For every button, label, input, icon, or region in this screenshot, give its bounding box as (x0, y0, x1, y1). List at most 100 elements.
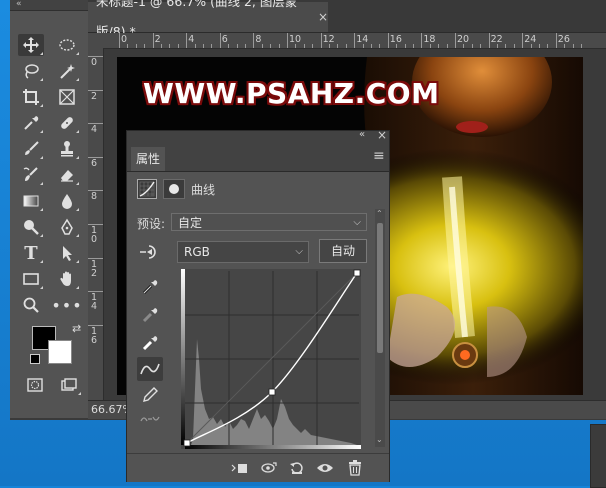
channel-dropdown[interactable]: RGB ⌵ (177, 241, 309, 263)
ruler-minor-tick (505, 44, 507, 48)
panel-footer (127, 453, 389, 482)
on-image-adjust-icon[interactable] (137, 243, 159, 261)
panel-menu-icon[interactable]: ≡ (373, 148, 385, 164)
tools-panel: « T ••• ⇄ (10, 0, 89, 418)
document-tab[interactable]: 未标题-1 @ 66.7% (曲线 2, 图层蒙版/8) * × (88, 0, 328, 39)
ruler-minor-tick (203, 44, 204, 48)
curve-control-point[interactable] (353, 269, 361, 277)
frame-tool-icon[interactable] (54, 86, 80, 108)
ruler-tick (88, 190, 103, 192)
ruler-minor-tick (245, 44, 246, 48)
smooth-curve-icon[interactable] (137, 407, 163, 431)
eyedropper-tool-icon[interactable] (18, 112, 44, 134)
panel-close-button[interactable]: × (377, 128, 387, 142)
ruler-minor-tick (345, 44, 347, 48)
ruler-left-label: 0 (91, 57, 98, 68)
ruler-left-label: 4 (91, 124, 98, 136)
ruler-minor-tick (261, 44, 263, 48)
adjustment-title: 曲线 (191, 183, 216, 197)
magic-wand-tool-icon[interactable] (54, 60, 80, 82)
pen-tool-icon[interactable] (54, 216, 80, 238)
ruler-minor-tick (135, 44, 137, 48)
pencil-draw-tool-icon[interactable] (137, 383, 163, 407)
marquee-tool-icon[interactable] (54, 34, 80, 56)
blur-tool-icon[interactable] (54, 190, 80, 212)
more-tools-icon[interactable]: ••• (51, 294, 81, 316)
curves-graph-svg (181, 269, 361, 449)
ruler-tick (522, 33, 524, 48)
ruler-minor-tick (194, 44, 196, 48)
ruler-minor-tick (169, 44, 171, 48)
preset-dropdown-value: 自定 (178, 216, 203, 230)
scroll-up-icon[interactable]: ⌃ (376, 209, 383, 218)
ruler-tick (186, 33, 188, 48)
panel-collapse-button[interactable]: « (359, 129, 365, 140)
rectangle-tool-icon[interactable] (18, 268, 44, 290)
gradient-tool-icon[interactable] (18, 190, 44, 212)
type-tool-icon[interactable]: T (18, 242, 44, 264)
ruler-minor-tick (429, 44, 431, 48)
view-previous-state-icon[interactable] (259, 460, 279, 476)
auto-button[interactable]: 自动 (319, 239, 367, 263)
scroll-down-icon[interactable]: ⌄ (376, 435, 383, 444)
ruler-tick (555, 33, 557, 48)
ruler-minor-tick (480, 44, 482, 48)
ruler-top-label: 8 (255, 34, 262, 45)
healing-brush-tool-icon[interactable] (54, 112, 80, 134)
tab-properties[interactable]: 属性 (131, 147, 165, 171)
background-color-swatch[interactable] (48, 340, 72, 364)
preset-dropdown[interactable]: 自定 ⌵ (171, 213, 367, 231)
panel-scrollbar[interactable]: ⌃ ⌄ (375, 209, 385, 447)
toolbar-collapse-button[interactable]: « (10, 0, 88, 11)
ruler-tick (88, 257, 103, 259)
preset-label: 预设: (137, 217, 166, 231)
curve-control-point[interactable] (268, 388, 276, 396)
quick-mask-icon[interactable] (22, 374, 48, 396)
crop-tool-icon[interactable] (18, 86, 44, 108)
curves-graph[interactable] (181, 269, 361, 449)
ruler-minor-tick (413, 44, 414, 48)
dodge-tool-icon[interactable] (18, 216, 44, 238)
panel-scrollbar-thumb[interactable] (377, 223, 383, 353)
ruler-minor-tick (497, 44, 498, 48)
reset-to-default-icon[interactable] (287, 460, 307, 476)
layer-mask-icon[interactable] (163, 179, 185, 199)
ruler-minor-tick (278, 44, 280, 48)
brush-tool-icon[interactable] (18, 138, 44, 160)
swap-colors-icon[interactable]: ⇄ (72, 322, 81, 335)
path-selection-tool-icon[interactable] (54, 242, 80, 264)
ruler-left-label: 6 (91, 157, 98, 169)
ruler-minor-tick (564, 44, 566, 48)
ruler-minor-tick (161, 44, 162, 48)
eraser-tool-icon[interactable] (54, 164, 80, 186)
default-colors-icon[interactable] (30, 354, 40, 364)
screen-mode-icon[interactable] (56, 374, 82, 396)
panel-tab-row: 属性 ≡ (127, 143, 389, 172)
clip-to-layer-icon[interactable] (229, 460, 249, 476)
move-tool-icon[interactable] (18, 34, 44, 56)
ruler-minor-tick (362, 44, 364, 48)
lasso-tool-icon[interactable] (18, 60, 44, 82)
document-tab-close-icon[interactable]: × (318, 2, 328, 32)
ruler-tick (287, 33, 288, 48)
zoom-tool-icon[interactable] (18, 294, 44, 316)
ruler-minor-tick (329, 44, 330, 48)
ruler-left-label: 14 (91, 292, 98, 313)
ruler-tick (354, 33, 356, 48)
ruler-tick (119, 33, 120, 48)
history-brush-tool-icon[interactable] (18, 164, 44, 186)
sample-midtones-eyedropper-icon[interactable] (137, 303, 163, 327)
delete-adjustment-icon[interactable] (345, 460, 365, 476)
ruler-left-label: 12 (91, 258, 98, 279)
sample-shadows-eyedropper-icon[interactable] (137, 275, 163, 299)
ruler-minor-tick (270, 44, 272, 48)
clone-stamp-tool-icon[interactable] (54, 138, 80, 160)
ruler-top-label: 0 (121, 34, 128, 45)
sample-highlights-eyedropper-icon[interactable] (137, 331, 163, 355)
curve-control-point[interactable] (183, 439, 191, 447)
ruler-minor-tick (337, 44, 339, 48)
toggle-visibility-icon[interactable] (315, 460, 335, 476)
hand-tool-icon[interactable] (54, 268, 80, 290)
ruler-minor-tick (547, 44, 549, 48)
curve-points-tool-icon[interactable] (137, 357, 163, 381)
